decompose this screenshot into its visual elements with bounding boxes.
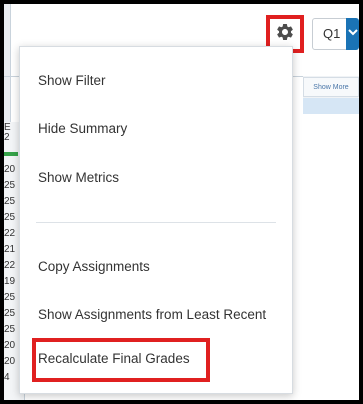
grade-cell: 22 (4, 260, 16, 271)
progress-indicator (4, 152, 18, 156)
grade-cell: 25 (4, 324, 16, 335)
grade-cell: 20 (4, 164, 16, 175)
grade-cell: 25 (4, 180, 16, 191)
grade-cell: 21 (4, 244, 16, 255)
chevron-down-icon (347, 25, 359, 43)
grade-cell: 25 (4, 212, 16, 223)
menu-item-copy-assignments[interactable]: Copy Assignments (20, 247, 292, 287)
gear-icon (275, 22, 295, 47)
grade-cell: 25 (4, 308, 16, 319)
grade-cell: 22 (4, 228, 16, 239)
summary-strip (303, 98, 359, 114)
menu-item-show-metrics[interactable]: Show Metrics (20, 158, 292, 198)
screenshot-frame: Show More E 2 20 25 25 25 22 21 22 19 25… (4, 4, 359, 400)
grade-cell: 19 (4, 276, 16, 287)
menu-item-show-filter[interactable]: Show Filter (20, 61, 292, 101)
quarter-dropdown-toggle[interactable] (346, 18, 359, 50)
grade-cell: 4 (4, 372, 10, 383)
menu-item-hide-summary[interactable]: Hide Summary (20, 109, 292, 149)
settings-menu: Show Filter Hide Summary Show Metrics Co… (19, 46, 293, 394)
grade-cell: 2 (4, 132, 10, 143)
grade-cell: 20 (4, 340, 16, 351)
menu-item-show-assignments-least-recent[interactable]: Show Assignments from Least Recent (20, 295, 292, 335)
grade-cell: 25 (4, 196, 16, 207)
grade-cell: 20 (4, 356, 16, 367)
menu-divider (36, 222, 276, 223)
show-more-button[interactable]: Show More (303, 77, 359, 97)
highlight-box (32, 338, 210, 382)
grade-cell: 25 (4, 292, 16, 303)
